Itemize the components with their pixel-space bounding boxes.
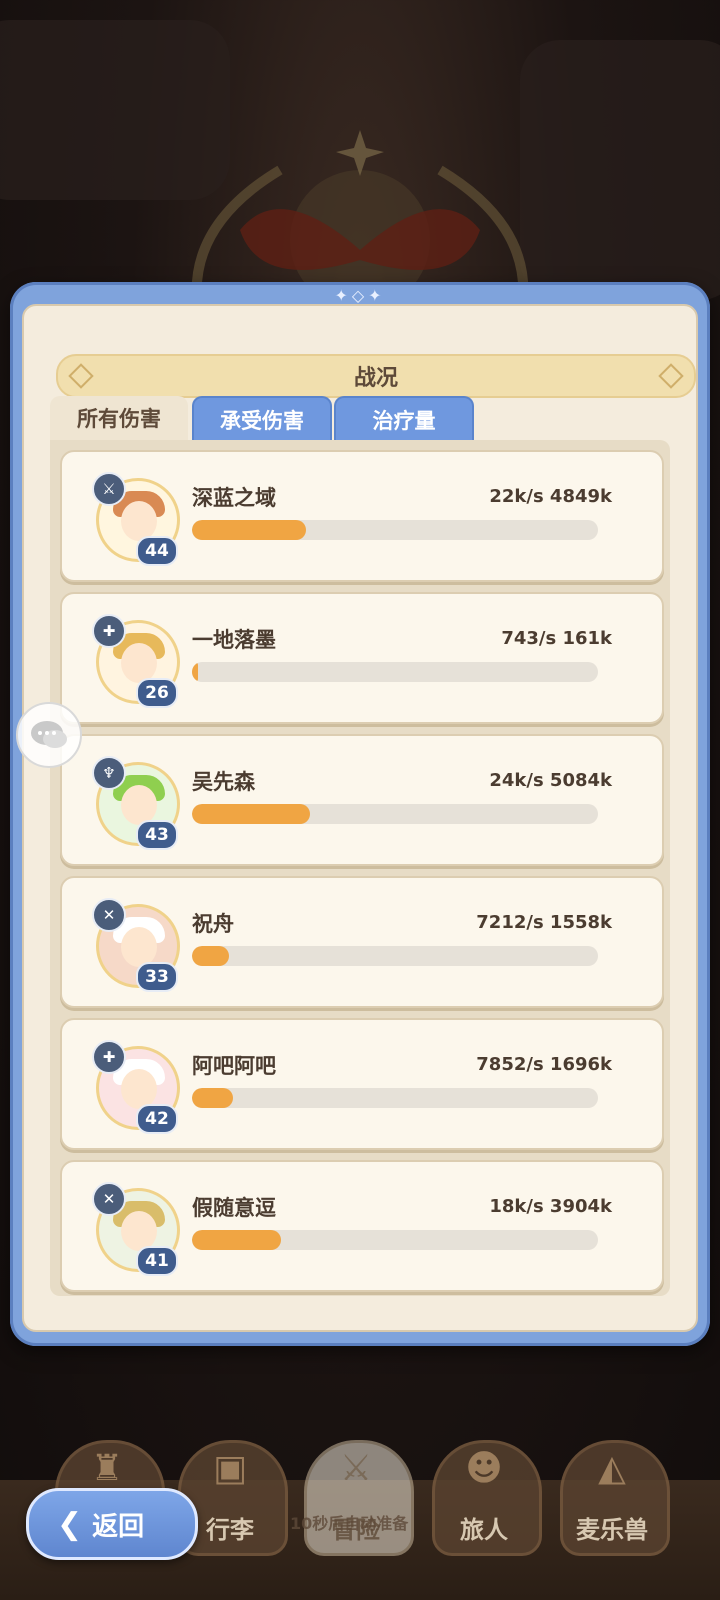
damage-stats: 7852/s 1696k (476, 1054, 612, 1075)
damage-bar-track (192, 1088, 598, 1108)
panel-ornament-icon: ✦◇✦ (334, 286, 386, 305)
player-name: 阿吧阿吧 (192, 1054, 276, 1078)
damage-stats: 18k/s 3904k (489, 1196, 612, 1217)
panel-title: 战况 (353, 366, 398, 391)
damage-stats: 7212/s 1558k (476, 912, 612, 933)
avatar-face (121, 785, 157, 825)
avatar-face (121, 1069, 157, 1109)
swords-icon: ✕ (92, 1182, 126, 1216)
panel-title-bar: 战况 (56, 354, 696, 398)
chat-button[interactable] (16, 702, 82, 768)
diamond-ornament-icon (658, 363, 684, 389)
hero-icon: ☻ (465, 1448, 503, 1489)
avatar-face (121, 643, 157, 683)
nav-label-pets: 麦乐兽 (576, 1516, 648, 1544)
damage-bar-fill (192, 804, 310, 824)
player-stat-card[interactable]: ✕ 33 祝舟 7212/s 1558k (60, 876, 664, 1008)
level-badge: 42 (136, 1104, 178, 1134)
player-stat-card[interactable]: ⚔ 44 深蓝之域 22k/s 4849k (60, 450, 664, 582)
staff-icon: ♆ (92, 756, 126, 790)
player-stat-card[interactable]: ♆ 43 吴先森 24k/s 5084k (60, 734, 664, 866)
damage-stats: 24k/s 5084k (489, 770, 612, 791)
tab-label: 承受伤害 (220, 409, 304, 433)
damage-bar-fill (192, 1230, 282, 1250)
damage-bar-track (192, 520, 598, 540)
player-avatar-wrap: ✕ 33 (92, 898, 184, 992)
damage-bar-fill (192, 946, 229, 966)
player-name: 深蓝之域 (192, 486, 276, 510)
sword-icon: ⚔ (92, 472, 126, 506)
crossed-swords-icon: ⚔ (339, 1448, 373, 1489)
castle-icon: ♜ (90, 1448, 124, 1489)
player-name: 假随意逗 (192, 1196, 276, 1220)
player-avatar-wrap: ✕ 41 (92, 1182, 184, 1276)
chevron-left-icon: ❮ (57, 1506, 83, 1542)
back-button[interactable]: ❮ 返回 (26, 1488, 198, 1560)
auto-ready-countdown: 10秒后自动准备 (290, 1514, 409, 1533)
tab-all-damage[interactable]: 所有伤害 (50, 396, 188, 440)
avatar-face (121, 927, 157, 967)
avatar-face (121, 1211, 157, 1251)
tab-label: 治疗量 (372, 409, 436, 433)
back-button-label: 返回 (92, 1511, 145, 1542)
player-name: 祝舟 (192, 912, 234, 936)
nav-label-heroes: 旅人 (460, 1516, 508, 1544)
player-name: 吴先森 (192, 770, 255, 794)
damage-bar-fill (192, 520, 306, 540)
level-badge: 44 (136, 536, 178, 566)
level-badge: 26 (136, 678, 178, 708)
level-badge: 43 (136, 820, 178, 850)
diamond-ornament-icon (68, 363, 94, 389)
player-avatar-wrap: ✚ 42 (92, 1040, 184, 1134)
damage-stats: 22k/s 4849k (489, 486, 612, 507)
player-stat-card[interactable]: ✚ 26 一地落墨 743/s 161k (60, 592, 664, 724)
damage-bar-track (192, 946, 598, 966)
bag-icon: ▣ (212, 1448, 247, 1489)
level-badge: 41 (136, 1246, 178, 1276)
tab-damage-taken[interactable]: 承受伤害 (192, 396, 332, 442)
fox-icon: ◭ (598, 1448, 626, 1489)
level-badge: 33 (136, 962, 178, 992)
tab-label: 所有伤害 (77, 407, 161, 431)
swords-icon: ✕ (92, 898, 126, 932)
player-name: 一地落墨 (192, 628, 276, 652)
damage-stats: 743/s 161k (501, 628, 612, 649)
tab-healing[interactable]: 治疗量 (334, 396, 474, 442)
damage-bar-track (192, 804, 598, 824)
player-stat-card[interactable]: ✕ 41 假随意逗 18k/s 3904k (60, 1160, 664, 1292)
avatar-face (121, 501, 157, 541)
damage-bar-fill (192, 662, 199, 682)
damage-bar-track (192, 662, 598, 682)
damage-bar-fill (192, 1088, 233, 1108)
player-avatar-wrap: ⚔ 44 (92, 472, 184, 566)
cross-icon: ✚ (92, 614, 126, 648)
player-stat-card[interactable]: ✚ 42 阿吧阿吧 7852/s 1696k (60, 1018, 664, 1150)
damage-bar-track (192, 1230, 598, 1250)
player-avatar-wrap: ✚ 26 (92, 614, 184, 708)
cross-icon: ✚ (92, 1040, 126, 1074)
chat-bubble-icon (31, 721, 67, 748)
player-avatar-wrap: ♆ 43 (92, 756, 184, 850)
